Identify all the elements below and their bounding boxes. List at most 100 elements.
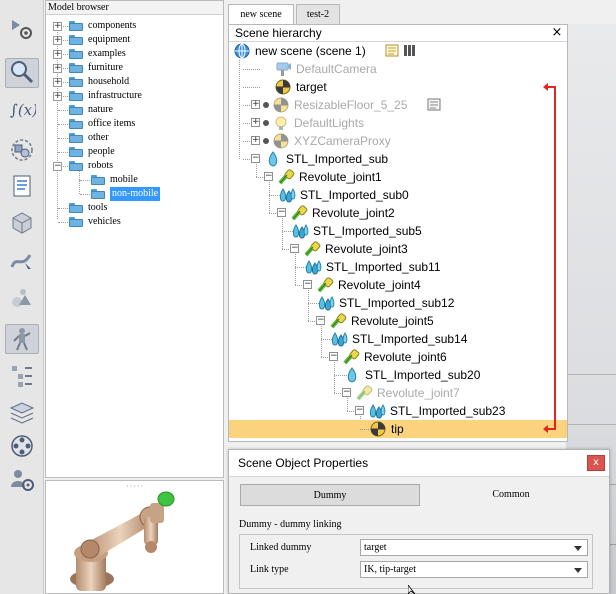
tab-test-2[interactable]: test-2 <box>296 4 340 24</box>
linked-dummy-select[interactable]: target <box>360 539 588 556</box>
hierarchy-row[interactable]: STL_Imported_sub20 <box>229 366 567 384</box>
tree-item[interactable]: office items <box>46 117 223 131</box>
dummy-icon <box>369 421 387 437</box>
folder-body <box>69 107 83 115</box>
scene-hierarchy-icon <box>8 363 36 392</box>
tree-item[interactable]: + infrastructure <box>46 89 223 103</box>
tree-item[interactable]: mobile <box>46 166 223 187</box>
tree-item[interactable]: other <box>46 131 223 145</box>
hierarchy-row[interactable]: − Revolute_joint6 <box>229 348 567 366</box>
hierarchy-row[interactable]: − STL_Imported_sub <box>229 150 567 168</box>
expand-icon[interactable]: − <box>251 154 260 163</box>
hierarchy-item-label: Revolute_joint4 <box>338 278 421 292</box>
tab-common[interactable]: Common <box>421 484 601 506</box>
expand-icon[interactable]: − <box>303 280 312 289</box>
folder-icon <box>69 63 83 73</box>
tree-item[interactable]: − robots <box>46 159 223 173</box>
expand-icon[interactable]: + <box>251 118 260 127</box>
hierarchy-item-label: Revolute_joint2 <box>312 206 395 220</box>
hierarchy-row[interactable]: + DefaultLights <box>229 114 567 132</box>
hierarchy-row[interactable]: − Revolute_joint5 <box>229 312 567 330</box>
folder-icon <box>69 91 83 101</box>
multishape-icon <box>278 187 296 203</box>
tree-item-label: household <box>88 76 130 87</box>
expand-icon[interactable]: + <box>53 36 62 45</box>
close-icon[interactable]: × <box>550 25 564 41</box>
hierarchy-row[interactable]: STL_Imported_sub14 <box>229 330 567 348</box>
hierarchy-row[interactable]: − Revolute_joint4 <box>229 276 567 294</box>
toolbar-button-model-browser[interactable] <box>5 324 39 354</box>
tree-item[interactable]: nature <box>46 103 223 117</box>
tree-item[interactable]: + components <box>46 19 223 33</box>
joint-icon <box>342 349 360 365</box>
dialog-close-button[interactable]: x <box>587 455 605 471</box>
hierarchy-item-label: XYZCameraProxy <box>294 134 391 148</box>
collapse-icon[interactable]: − <box>53 162 62 171</box>
expand-icon[interactable]: + <box>53 50 62 59</box>
hierarchy-row[interactable]: STL_Imported_sub5 <box>229 222 567 240</box>
toolbar-button-layers[interactable] <box>5 398 39 428</box>
hierarchy-row[interactable]: STL_Imported_sub12 <box>229 294 567 312</box>
toolbar-button-script[interactable] <box>5 172 39 202</box>
expand-icon[interactable]: − <box>264 172 273 181</box>
hierarchy-row[interactable]: STL_Imported_sub0 <box>229 186 567 204</box>
toolbar-button-user-settings[interactable] <box>5 466 39 496</box>
hierarchy-row[interactable]: − Revolute_joint1 <box>229 168 567 186</box>
hierarchy-row[interactable]: − Revolute_joint3 <box>229 240 567 258</box>
expand-icon[interactable]: − <box>290 244 299 253</box>
expand-icon[interactable]: − <box>342 388 351 397</box>
robot-preview-image <box>70 491 175 591</box>
toolbar-button-calculation-module[interactable]: ∫(x) <box>5 94 39 124</box>
primitive-shapes-icon <box>8 285 36 314</box>
visibility-dot-icon <box>263 138 269 144</box>
link-type-select[interactable]: IK, tip-target <box>360 561 588 578</box>
hierarchy-row[interactable]: target <box>229 78 567 96</box>
tree-item[interactable]: + equipment <box>46 33 223 47</box>
expand-icon[interactable]: + <box>53 92 62 101</box>
tab-new-scene[interactable]: new scene <box>228 4 294 25</box>
folder-body <box>69 219 83 227</box>
hierarchy-row[interactable]: − Revolute_joint7 <box>229 384 567 402</box>
toolbar-button-simulation-settings[interactable] <box>5 15 39 45</box>
hierarchy-row[interactable]: DefaultCamera <box>229 60 567 78</box>
expand-icon[interactable]: − <box>329 352 338 361</box>
zoom-icon <box>8 59 36 88</box>
tab-dummy[interactable]: Dummy <box>240 484 420 506</box>
toolbar-button-shape-edit[interactable] <box>5 208 39 238</box>
tree-item[interactable]: vehicles <box>46 215 223 229</box>
tree-item[interactable]: + furniture <box>46 61 223 75</box>
hierarchy-row[interactable]: − STL_Imported_sub23 <box>229 402 567 420</box>
toolbar-button-path-edit[interactable] <box>5 246 39 276</box>
tree-item[interactable]: non-mobile <box>46 180 223 201</box>
tree-item[interactable]: people <box>46 145 223 159</box>
expand-icon[interactable]: + <box>251 136 260 145</box>
tree-connector <box>58 138 68 139</box>
hierarchy-row[interactable]: tip <box>229 420 567 438</box>
tree-item[interactable]: + examples <box>46 47 223 61</box>
hierarchy-row[interactable]: new scene (scene 1) <box>229 42 567 60</box>
expand-icon[interactable]: + <box>53 64 62 73</box>
expand-icon[interactable]: + <box>53 78 62 87</box>
dialog-titlebar[interactable]: Scene Object Properties x <box>229 450 609 477</box>
hierarchy-item-label: Revolute_joint6 <box>364 350 447 364</box>
toolbar-button-collections[interactable] <box>5 136 39 166</box>
expand-icon[interactable]: − <box>355 406 364 415</box>
expand-icon[interactable]: + <box>53 22 62 31</box>
tree-item[interactable]: + household <box>46 75 223 89</box>
tree-item-label: components <box>88 20 137 31</box>
tree-item[interactable]: tools <box>46 201 223 215</box>
expand-icon[interactable]: + <box>251 100 260 109</box>
folder-icon <box>69 49 83 59</box>
expand-icon[interactable]: − <box>316 316 325 325</box>
expand-icon[interactable]: − <box>277 208 286 217</box>
toolbar-button-scene-hierarchy[interactable] <box>5 362 39 392</box>
toolbar-button-zoom[interactable] <box>5 58 39 88</box>
hierarchy-row[interactable]: + ResizableFloor_5_25 <box>229 96 567 114</box>
toolbar-button-video-recorder[interactable] <box>5 432 39 462</box>
toolbar-button-primitive-shapes[interactable] <box>5 284 39 314</box>
scene-script-icon <box>385 44 400 57</box>
hierarchy-row[interactable]: STL_Imported_sub11 <box>229 258 567 276</box>
hierarchy-row[interactable]: + XYZCameraProxy <box>229 132 567 150</box>
hierarchy-row[interactable]: − Revolute_joint2 <box>229 204 567 222</box>
collections-icon <box>8 137 36 166</box>
